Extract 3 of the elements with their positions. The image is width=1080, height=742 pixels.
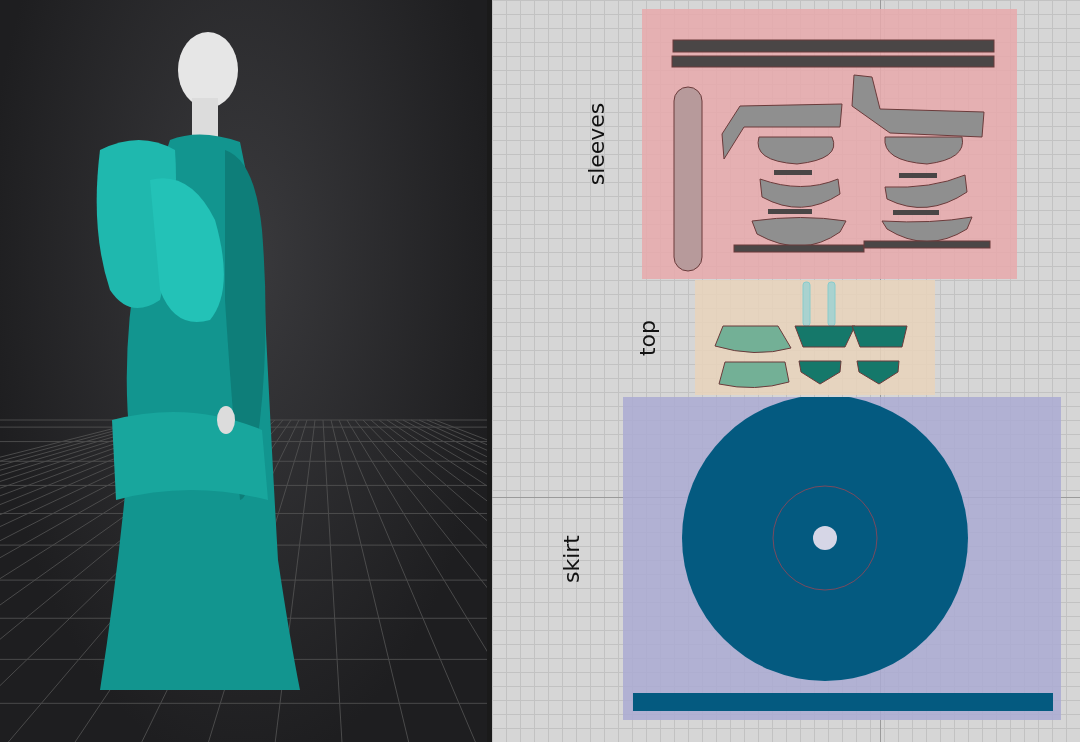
group-label: sleeves <box>583 102 609 186</box>
group-label: skirt <box>558 534 584 583</box>
group-label: top <box>634 319 660 356</box>
